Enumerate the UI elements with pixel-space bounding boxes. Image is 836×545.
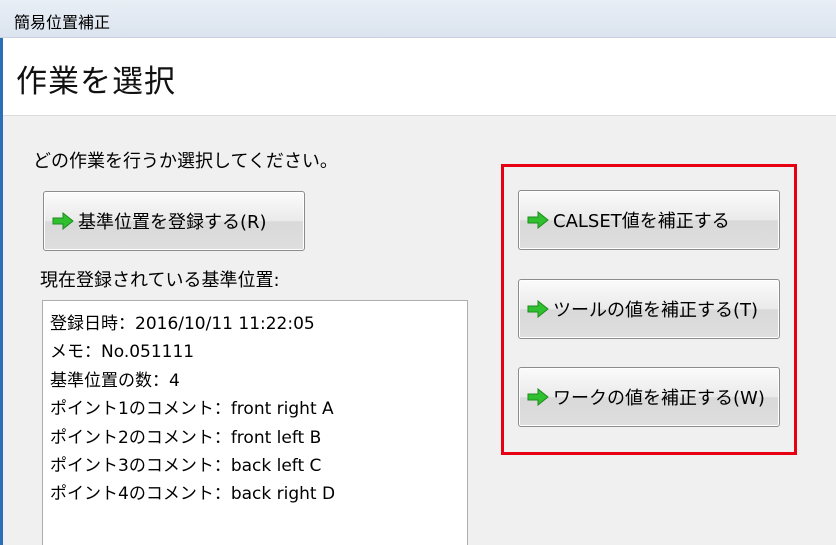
correct-tool-button[interactable]: ツールの値を補正する(T): [518, 279, 780, 339]
window-left-border: [0, 38, 3, 545]
info-line-point1: ポイント1のコメント：front right A: [50, 399, 334, 420]
correct-calset-label: CALSET値を補正する: [553, 211, 730, 232]
instruction-text: どの作業を行うか選択してください。: [33, 151, 338, 172]
info-line-memo: メモ：No.051111: [50, 342, 195, 363]
current-reference-textbox[interactable]: 登録日時：2016/10/11 11:22:05 メモ：No.051111 基準…: [42, 300, 468, 545]
page-title: 作業を選択: [16, 64, 176, 100]
correct-tool-label: ツールの値を補正する(T): [553, 300, 759, 321]
green-right-arrow-icon: [527, 211, 549, 229]
info-line-count: 基準位置の数：4: [50, 370, 180, 391]
green-right-arrow-icon: [527, 300, 549, 318]
correct-work-label: ワークの値を補正する(W): [553, 388, 765, 409]
window: 簡易位置補正 作業を選択 どの作業を行うか選択してください。 基準位置を登録する…: [0, 0, 836, 545]
register-reference-button[interactable]: 基準位置を登録する(R): [43, 191, 305, 251]
info-line-point2: ポイント2のコメント：front left B: [50, 427, 322, 448]
green-right-arrow-icon: [527, 388, 549, 406]
correct-work-button[interactable]: ワークの値を補正する(W): [518, 367, 780, 427]
title-bar: 簡易位置補正: [0, 0, 836, 38]
page-header: 作業を選択: [0, 38, 836, 116]
info-line-registered-at: 登録日時：2016/10/11 11:22:05: [50, 314, 315, 334]
info-line-point4: ポイント4のコメント：back right D: [50, 484, 336, 505]
correct-calset-button[interactable]: CALSET値を補正する: [518, 190, 780, 250]
window-title: 簡易位置補正: [14, 13, 111, 32]
register-reference-label: 基準位置を登録する(R): [78, 212, 267, 233]
green-right-arrow-icon: [52, 212, 74, 230]
current-reference-label: 現在登録されている基準位置:: [40, 270, 280, 291]
info-line-point3: ポイント3のコメント：back left C: [50, 456, 322, 477]
